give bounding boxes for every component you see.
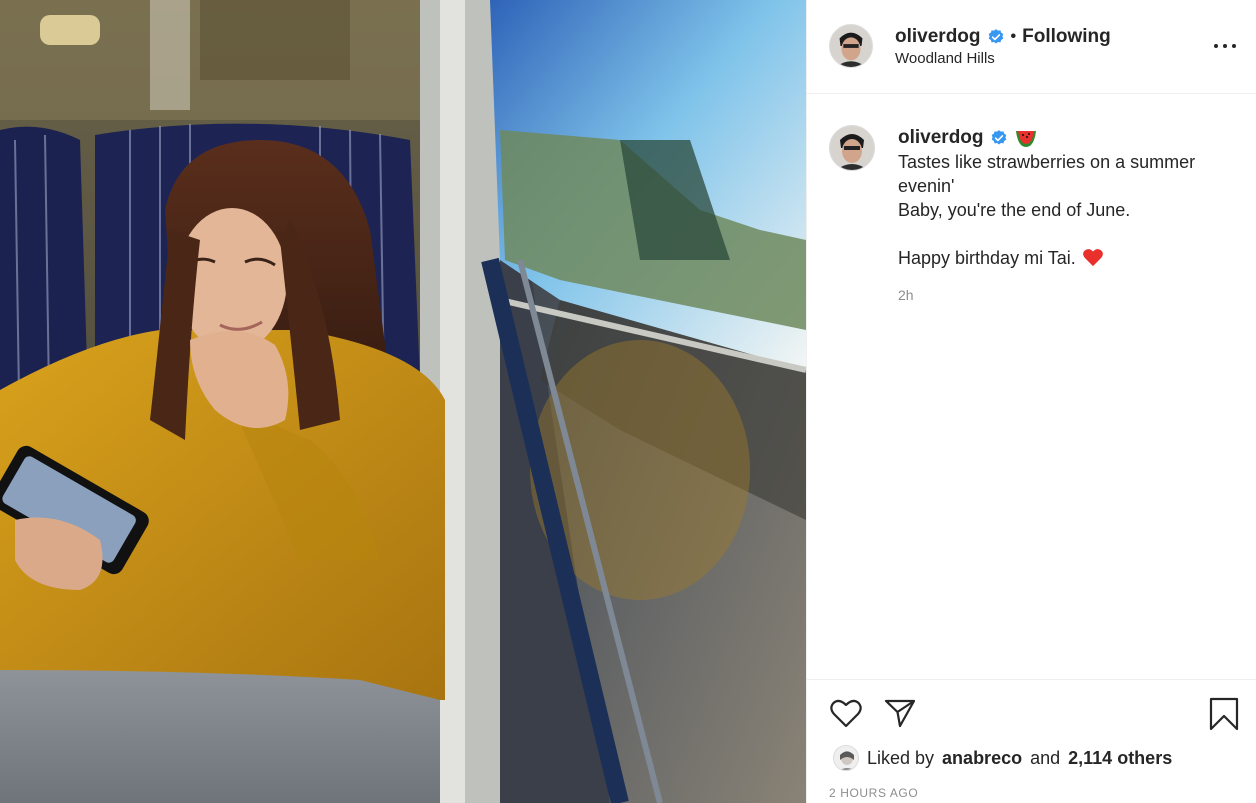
author-username[interactable]: oliverdog [895, 26, 981, 48]
caption-timestamp[interactable]: 2h [898, 287, 1238, 303]
liked-by-user[interactable]: anabreco [942, 748, 1022, 769]
post-location[interactable]: Woodland Hills [895, 50, 995, 67]
header-user-row: oliverdog • Following [895, 26, 1111, 48]
verified-badge-icon [988, 29, 1003, 44]
caption-user-row: oliverdog [898, 127, 1238, 149]
post-side-panel: oliverdog • Following Woodland Hills oli… [806, 0, 1256, 803]
more-options-icon[interactable] [1212, 34, 1238, 58]
caption-body: oliverdog Tastes like strawberries on a … [898, 127, 1238, 303]
post-actions: Liked by anabreco and 2,114 others 2 HOU… [807, 679, 1256, 803]
paper-plane-icon[interactable] [883, 697, 917, 729]
bookmark-icon[interactable] [1207, 696, 1241, 732]
caption-text: Tastes like strawberries on a summer eve… [898, 150, 1238, 270]
post-photo[interactable] [0, 0, 806, 803]
verified-badge-icon [991, 130, 1006, 145]
red-heart-icon [1082, 249, 1103, 267]
likes-summary: Liked by anabreco and 2,114 others [833, 745, 1172, 771]
caption-lines: Tastes like strawberries on a summer eve… [898, 152, 1196, 268]
caption-area: oliverdog Tastes like strawberries on a … [807, 95, 1256, 679]
liker-avatar[interactable] [833, 745, 859, 771]
following-button[interactable]: Following [1022, 26, 1111, 48]
liked-by-prefix: Liked by [867, 747, 935, 768]
post-photo-image [0, 0, 806, 803]
liked-by-others[interactable]: 2,114 others [1068, 748, 1172, 769]
watermelon-icon [1015, 131, 1036, 147]
post-age[interactable]: 2 HOURS AGO [829, 786, 918, 800]
caption-author-avatar[interactable] [829, 125, 875, 171]
separator-dot: • [1010, 28, 1017, 45]
post-header: oliverdog • Following Woodland Hills [807, 0, 1256, 94]
liked-by-and: and [1030, 747, 1061, 768]
author-avatar[interactable] [829, 24, 873, 68]
caption-username[interactable]: oliverdog [898, 127, 984, 149]
heart-icon[interactable] [829, 697, 863, 729]
